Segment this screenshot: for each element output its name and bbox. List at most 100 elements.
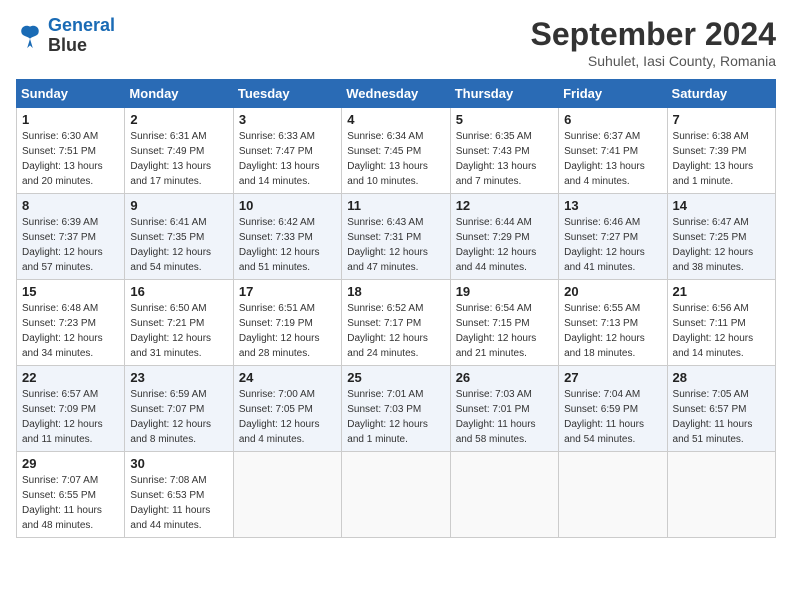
title-block: September 2024 Suhulet, Iasi County, Rom… [531,16,776,69]
day-number: 27 [564,370,661,385]
calendar-cell: 15 Sunrise: 6:48 AMSunset: 7:23 PMDayligh… [17,280,125,366]
calendar-cell: 11 Sunrise: 6:43 AMSunset: 7:31 PMDayligh… [342,194,450,280]
calendar-cell: 24 Sunrise: 7:00 AMSunset: 7:05 PMDayligh… [233,366,341,452]
cell-content: Sunrise: 6:55 AMSunset: 7:13 PMDaylight:… [564,301,661,361]
day-number: 26 [456,370,553,385]
calendar-cell: 5 Sunrise: 6:35 AMSunset: 7:43 PMDaylight… [450,108,558,194]
cell-content: Sunrise: 7:03 AMSunset: 7:01 PMDaylight:… [456,387,553,447]
calendar-cell: 8Sunrise: 6:39 AMSunset: 7:37 PMDaylight… [17,194,125,280]
calendar-cell [667,452,775,538]
calendar-cell: 3 Sunrise: 6:33 AMSunset: 7:47 PMDaylight… [233,108,341,194]
day-number: 20 [564,284,661,299]
calendar-cell: 9 Sunrise: 6:41 AMSunset: 7:35 PMDaylight… [125,194,233,280]
logo-icon [16,22,44,50]
calendar-cell: 2 Sunrise: 6:31 AMSunset: 7:49 PMDaylight… [125,108,233,194]
day-number: 6 [564,112,661,127]
cell-content: Sunrise: 7:05 AMSunset: 6:57 PMDaylight:… [673,387,770,447]
col-header-monday: Monday [125,80,233,108]
calendar-cell [233,452,341,538]
cell-content: Sunrise: 7:00 AMSunset: 7:05 PMDaylight:… [239,387,336,447]
col-header-thursday: Thursday [450,80,558,108]
calendar-cell: 18Sunrise: 6:52 AMSunset: 7:17 PMDayligh… [342,280,450,366]
calendar-cell: 1 Sunrise: 6:30 AMSunset: 7:51 PMDaylight… [17,108,125,194]
day-number: 2 [130,112,227,127]
location: Suhulet, Iasi County, Romania [531,53,776,69]
calendar-cell [559,452,667,538]
day-number: 5 [456,112,553,127]
day-number: 1 [22,112,119,127]
calendar-cell: 26 Sunrise: 7:03 AMSunset: 7:01 PMDayligh… [450,366,558,452]
logo-text: GeneralBlue [48,16,115,56]
calendar-cell: 28Sunrise: 7:05 AMSunset: 6:57 PMDayligh… [667,366,775,452]
cell-content: Sunrise: 6:50 AMSunset: 7:21 PMDaylight:… [130,301,227,361]
cell-content: Sunrise: 6:34 AMSunset: 7:45 PMDaylight:… [347,129,444,189]
day-number: 22 [22,370,119,385]
day-number: 16 [130,284,227,299]
cell-content: Sunrise: 6:48 AMSunset: 7:23 PMDaylight:… [22,301,119,361]
page-header: GeneralBlue September 2024 Suhulet, Iasi… [16,16,776,69]
calendar-cell: 13 Sunrise: 6:46 AMSunset: 7:27 PMDayligh… [559,194,667,280]
day-number: 4 [347,112,444,127]
calendar-cell [450,452,558,538]
day-number: 3 [239,112,336,127]
col-header-tuesday: Tuesday [233,80,341,108]
day-number: 17 [239,284,336,299]
cell-content: Sunrise: 6:46 AMSunset: 7:27 PMDaylight:… [564,215,661,275]
cell-content: Sunrise: 6:59 AMSunset: 7:07 PMDaylight:… [130,387,227,447]
week-row-3: 15 Sunrise: 6:48 AMSunset: 7:23 PMDayligh… [17,280,776,366]
calendar-cell: 27 Sunrise: 7:04 AMSunset: 6:59 PMDayligh… [559,366,667,452]
cell-content: Sunrise: 7:07 AMSunset: 6:55 PMDaylight:… [22,473,119,533]
week-row-2: 8Sunrise: 6:39 AMSunset: 7:37 PMDaylight… [17,194,776,280]
cell-content: Sunrise: 6:56 AMSunset: 7:11 PMDaylight:… [673,301,770,361]
day-number: 7 [673,112,770,127]
calendar-cell: 17 Sunrise: 6:51 AMSunset: 7:19 PMDayligh… [233,280,341,366]
day-number: 11 [347,198,444,213]
cell-content: Sunrise: 6:39 AMSunset: 7:37 PMDaylight:… [22,215,119,275]
cell-content: Sunrise: 6:41 AMSunset: 7:35 PMDaylight:… [130,215,227,275]
day-number: 24 [239,370,336,385]
day-number: 21 [673,284,770,299]
day-number: 30 [130,456,227,471]
day-number: 25 [347,370,444,385]
cell-content: Sunrise: 6:54 AMSunset: 7:15 PMDaylight:… [456,301,553,361]
calendar-cell [342,452,450,538]
cell-content: Sunrise: 6:57 AMSunset: 7:09 PMDaylight:… [22,387,119,447]
calendar-cell: 29 Sunrise: 7:07 AMSunset: 6:55 PMDayligh… [17,452,125,538]
day-number: 23 [130,370,227,385]
calendar-cell: 22 Sunrise: 6:57 AMSunset: 7:09 PMDayligh… [17,366,125,452]
day-number: 10 [239,198,336,213]
calendar-cell: 30Sunrise: 7:08 AMSunset: 6:53 PMDayligh… [125,452,233,538]
cell-content: Sunrise: 6:51 AMSunset: 7:19 PMDaylight:… [239,301,336,361]
logo: GeneralBlue [16,16,115,56]
cell-content: Sunrise: 7:04 AMSunset: 6:59 PMDaylight:… [564,387,661,447]
cell-content: Sunrise: 6:33 AMSunset: 7:47 PMDaylight:… [239,129,336,189]
day-number: 13 [564,198,661,213]
calendar-cell: 12Sunrise: 6:44 AMSunset: 7:29 PMDayligh… [450,194,558,280]
cell-content: Sunrise: 6:35 AMSunset: 7:43 PMDaylight:… [456,129,553,189]
cell-content: Sunrise: 7:01 AMSunset: 7:03 PMDaylight:… [347,387,444,447]
day-number: 15 [22,284,119,299]
col-header-saturday: Saturday [667,80,775,108]
day-number: 9 [130,198,227,213]
day-number: 29 [22,456,119,471]
calendar-cell: 25 Sunrise: 7:01 AMSunset: 7:03 PMDayligh… [342,366,450,452]
calendar-cell: 14 Sunrise: 6:47 AMSunset: 7:25 PMDayligh… [667,194,775,280]
col-header-sunday: Sunday [17,80,125,108]
cell-content: Sunrise: 6:43 AMSunset: 7:31 PMDaylight:… [347,215,444,275]
calendar-cell: 10Sunrise: 6:42 AMSunset: 7:33 PMDayligh… [233,194,341,280]
cell-content: Sunrise: 6:30 AMSunset: 7:51 PMDaylight:… [22,129,119,189]
col-header-friday: Friday [559,80,667,108]
col-header-wednesday: Wednesday [342,80,450,108]
cell-content: Sunrise: 6:31 AMSunset: 7:49 PMDaylight:… [130,129,227,189]
header-row: SundayMondayTuesdayWednesdayThursdayFrid… [17,80,776,108]
day-number: 14 [673,198,770,213]
day-number: 12 [456,198,553,213]
calendar-cell: 6Sunrise: 6:37 AMSunset: 7:41 PMDaylight… [559,108,667,194]
month-title: September 2024 [531,16,776,53]
cell-content: Sunrise: 6:38 AMSunset: 7:39 PMDaylight:… [673,129,770,189]
calendar-cell: 23 Sunrise: 6:59 AMSunset: 7:07 PMDayligh… [125,366,233,452]
calendar-cell: 20 Sunrise: 6:55 AMSunset: 7:13 PMDayligh… [559,280,667,366]
week-row-5: 29 Sunrise: 7:07 AMSunset: 6:55 PMDayligh… [17,452,776,538]
cell-content: Sunrise: 6:47 AMSunset: 7:25 PMDaylight:… [673,215,770,275]
day-number: 18 [347,284,444,299]
